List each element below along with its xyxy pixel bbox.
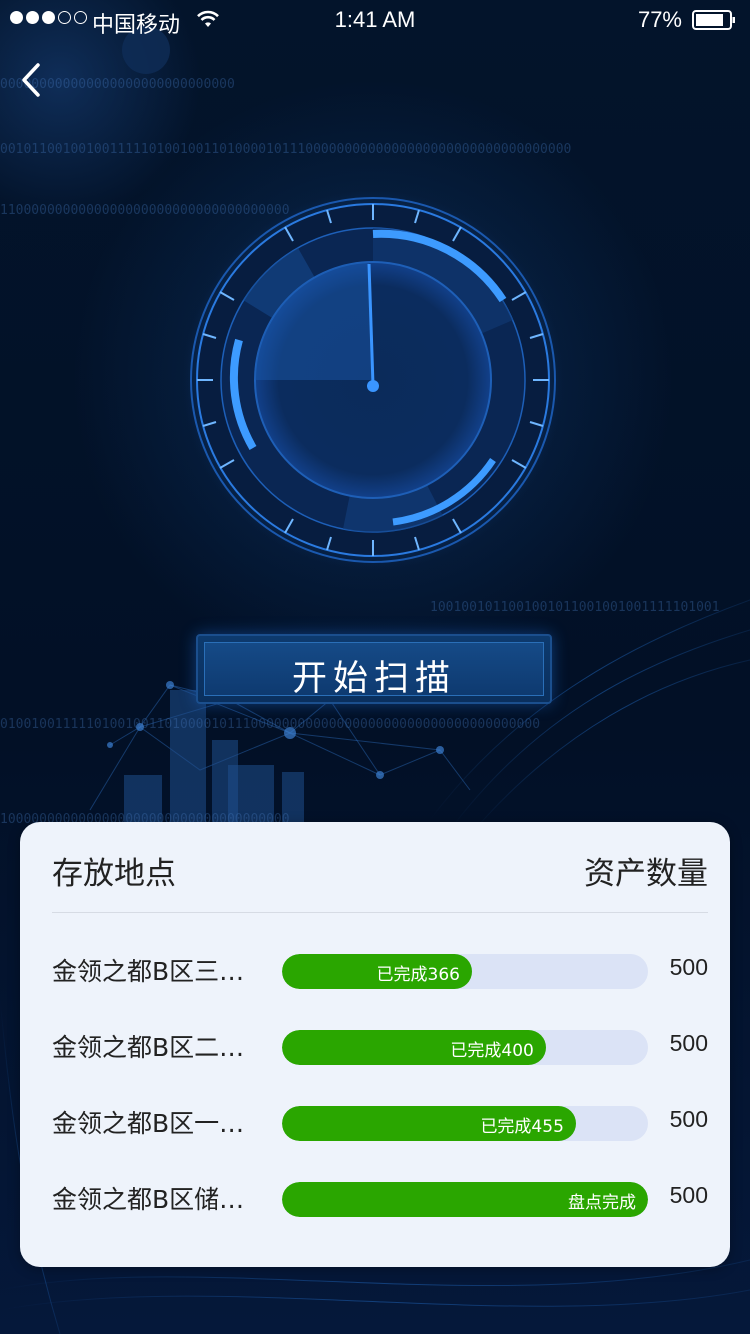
asset-count: 500 <box>669 1106 708 1132</box>
start-scan-label: 开始扫描 <box>291 659 456 699</box>
location-column-header: 存放地点 <box>52 856 176 892</box>
list-item[interactable]: 金领之都B区一… 已完成455 500 <box>20 1104 730 1144</box>
progress-fill: 已完成366 <box>282 954 472 989</box>
asset-count: 500 <box>669 954 708 980</box>
progress-track: 已完成366 <box>282 954 648 989</box>
battery-icon <box>692 10 735 30</box>
asset-count-column-header: 资产数量 <box>584 856 708 892</box>
inventory-card: 存放地点 资产数量 金领之都B区三… 已完成366 500 金领之都B区二… 已… <box>20 822 730 1267</box>
progress-fill: 盘点完成 <box>282 1182 648 1217</box>
progress-track: 已完成455 <box>282 1106 648 1141</box>
binary-text: 0010110010010011111010010011010000101110… <box>0 142 572 157</box>
progress-label: 已完成366 <box>376 965 460 985</box>
location-name: 金领之都B区二… <box>52 1033 245 1062</box>
status-bar: 中国移动 1:41 AM 77% <box>0 0 750 40</box>
start-scan-button[interactable]: 开始扫描 <box>196 634 552 704</box>
divider <box>52 912 708 913</box>
progress-fill: 已完成400 <box>282 1030 546 1065</box>
progress-track: 已完成400 <box>282 1030 648 1065</box>
binary-text: 0100100111110100100110100001011100000000… <box>0 717 541 732</box>
binary-text: 1001001011001001011001001001111101001 <box>430 600 720 615</box>
location-name: 金领之都B区三… <box>52 957 245 986</box>
progress-label: 盘点完成 <box>568 1193 636 1213</box>
list-item[interactable]: 金领之都B区储… 盘点完成 500 <box>20 1180 730 1220</box>
battery-percent: 77% <box>637 7 682 32</box>
location-name: 金领之都B区储… <box>52 1185 245 1214</box>
location-name: 金领之都B区一… <box>52 1109 245 1138</box>
list-item[interactable]: 金领之都B区二… 已完成400 500 <box>20 1028 730 1068</box>
progress-label: 已完成400 <box>450 1041 534 1061</box>
radar-scanner <box>183 190 563 570</box>
progress-fill: 已完成455 <box>282 1106 576 1141</box>
list-item[interactable]: 金领之都B区三… 已完成366 500 <box>20 952 730 992</box>
progress-label: 已完成455 <box>480 1117 564 1137</box>
chevron-left-icon[interactable] <box>14 60 50 100</box>
asset-count: 500 <box>669 1182 708 1208</box>
asset-count: 500 <box>669 1030 708 1056</box>
progress-track: 盘点完成 <box>282 1182 648 1217</box>
